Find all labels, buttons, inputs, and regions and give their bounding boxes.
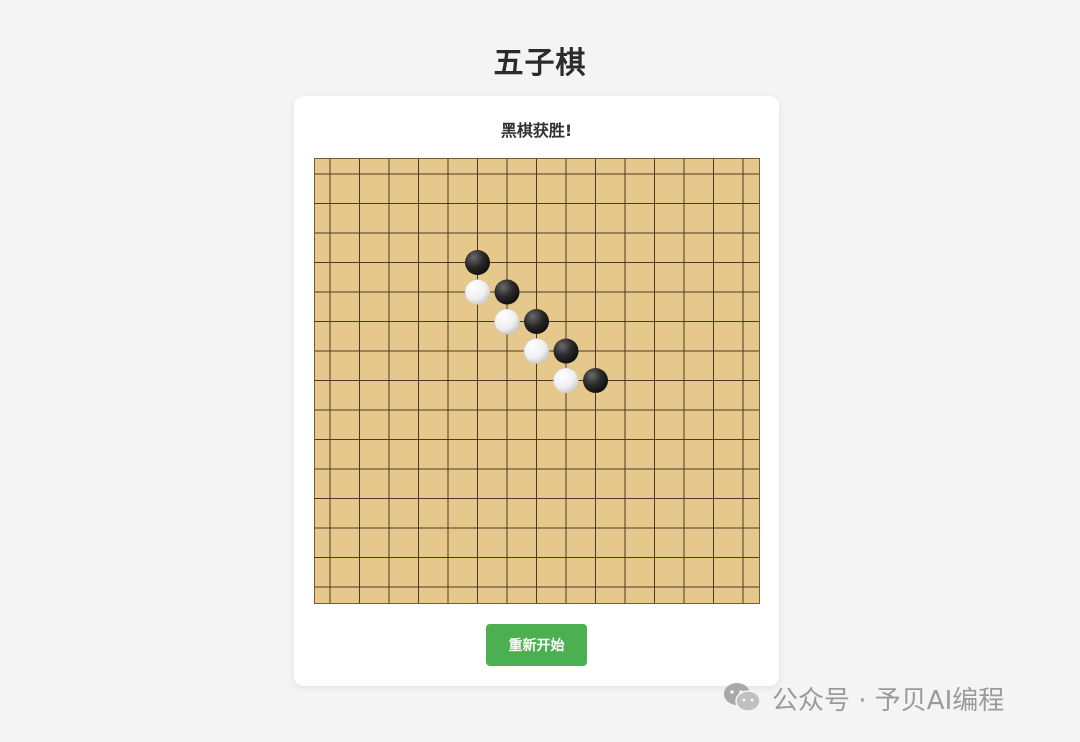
watermark-text: 公众号 · 予贝AI编程 xyxy=(772,685,1005,716)
white-stone xyxy=(523,338,550,364)
white-stone xyxy=(553,367,579,394)
black-stone xyxy=(494,279,520,305)
black-stone xyxy=(465,250,490,275)
black-stone xyxy=(524,309,549,334)
white-stone xyxy=(494,308,520,335)
black-stone xyxy=(553,338,579,364)
watermark: 公众号 · 予贝AI编程 xyxy=(722,680,1004,716)
white-stone xyxy=(464,279,491,305)
board-grid[interactable] xyxy=(315,159,759,603)
restart-button[interactable]: 重新开始 xyxy=(486,624,587,666)
black-stone xyxy=(583,368,608,393)
game-status: 黑棋获胜! xyxy=(500,121,573,140)
game-board[interactable] xyxy=(314,158,760,604)
wechat-icon xyxy=(724,683,761,712)
game-card: 黑棋获胜! 重新开始 xyxy=(294,96,779,686)
page-title: 五子棋 xyxy=(493,46,587,81)
